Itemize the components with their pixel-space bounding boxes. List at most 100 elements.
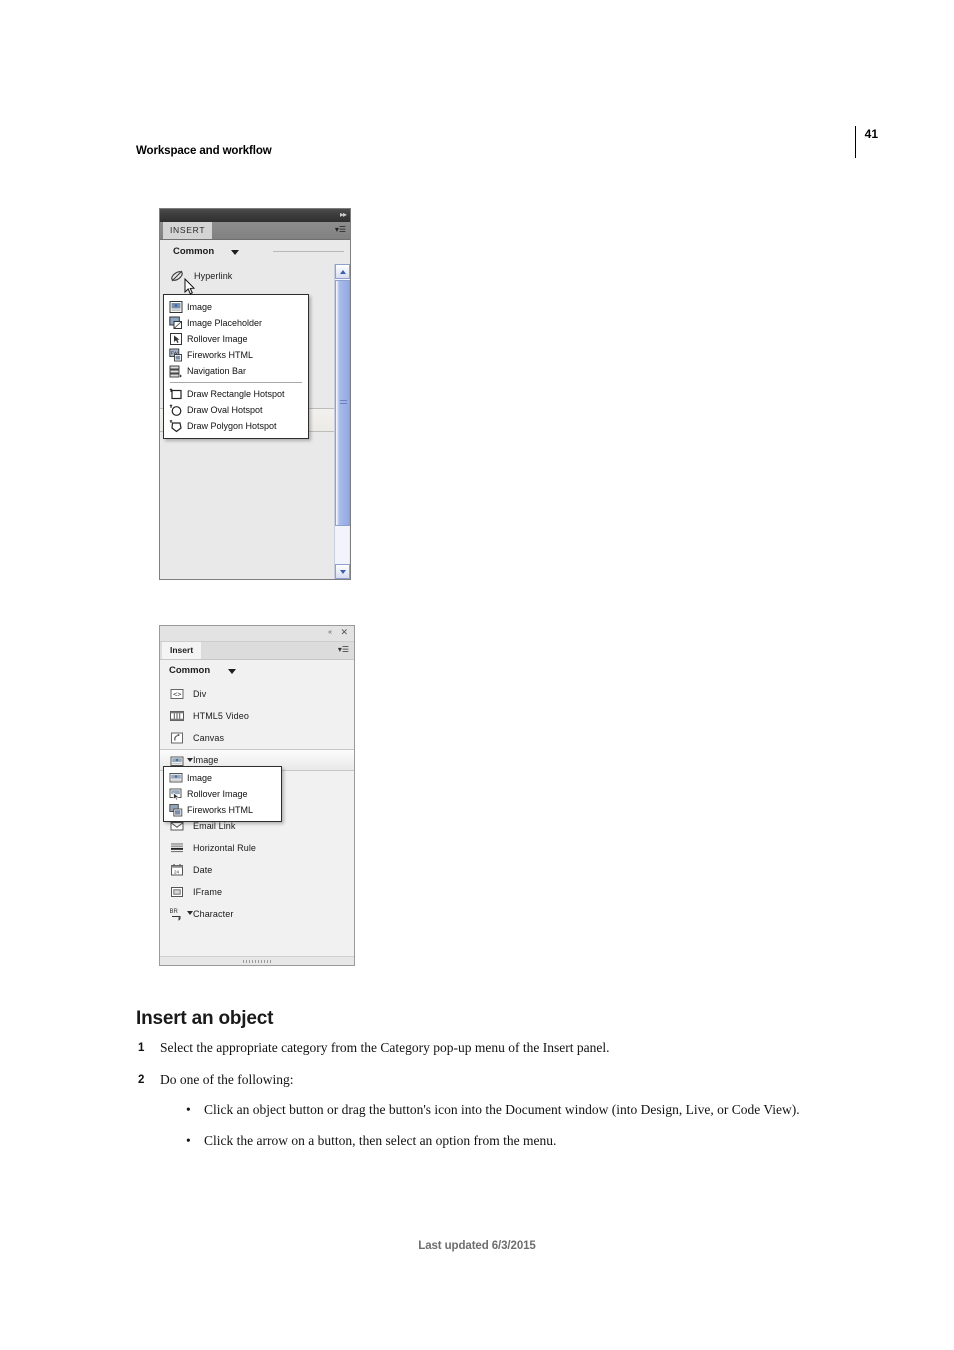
menu-item-draw-rectangle-hotspot[interactable]: Draw Rectangle Hotspot [164,386,308,402]
header-divider [855,126,856,158]
menu-item-image-placeholder[interactable]: Image Placeholder [164,315,308,331]
menu-item-rollover-image[interactable]: Rollover Image [164,331,308,347]
insert-panel-classic: ▸▸ INSERT ▾☰ Common Hyperlink Image Imag… [159,208,351,580]
html5-video-icon [169,708,185,724]
menu-item-label: Image [187,302,213,312]
close-icon[interactable]: ✕ [340,627,348,638]
menu-item-image[interactable]: Image [164,299,308,315]
menu-item-fireworks-html[interactable]: Fireworks HTML [164,802,281,818]
scrollbar-grip-icon [340,400,347,406]
date-icon: 24 [169,862,185,878]
insert-item-label: IFrame [193,887,223,897]
page-header: Workspace and workflow 41 [136,126,878,172]
bullet-2: • Click the arrow on a button, then sele… [184,1132,878,1150]
flyout-bottom-pad [164,818,281,821]
menu-item-label: Rollover Image [187,789,248,799]
svg-text:<>: <> [173,691,181,699]
image-icon [169,300,183,314]
insert-item-character[interactable]: BR Character [160,903,354,925]
insert-item-label: Canvas [193,733,225,743]
insert-item-label: Hyperlink [194,271,233,281]
hyperlink-icon [169,268,185,284]
insert-item-date[interactable]: 24 Date [160,859,354,881]
step-number: 1 [138,1042,145,1054]
insert-item-canvas[interactable]: Canvas [160,727,354,749]
menu-item-label: Draw Polygon Hotspot [187,421,277,431]
insert-item-html5-video[interactable]: HTML5 Video [160,705,354,727]
panel-two-tabrow: Insert ▾☰ [160,642,354,660]
fireworks-html-icon: FW [169,348,183,362]
caret-up-icon [339,269,346,274]
menu-item-fireworks-html[interactable]: FW Fireworks HTML [164,347,308,363]
chevron-down-icon[interactable] [228,669,236,674]
insert-item-div[interactable]: <> Div [160,683,354,705]
insert-item-label: Date [193,865,213,875]
panel-one-scrollbar[interactable] [334,264,350,579]
panel-menu-icon[interactable]: ▾☰ [338,645,349,655]
canvas-icon [169,730,185,746]
menu-item-draw-polygon-hotspot[interactable]: Draw Polygon Hotspot [164,418,308,434]
page-footer: Last updated 6/3/2015 [418,1240,536,1252]
scroll-down-button[interactable] [335,564,350,579]
page-number: 41 [864,127,878,141]
menu-item-rollover-image[interactable]: Rollover Image [164,786,281,802]
fireworks-html-icon [169,803,183,817]
navigation-bar-icon [169,364,183,378]
image-flyout-menu: Image Rollover Image Fireworks HTML [163,766,282,822]
iframe-icon [169,884,185,900]
procedure-steps: 1 Select the appropriate category from t… [136,1039,878,1164]
step-text: Select the appropriate category from the… [160,1040,610,1055]
menu-item-draw-oval-hotspot[interactable]: Draw Oval Hotspot [164,402,308,418]
panel-one-category-row[interactable]: Common [160,240,350,264]
insert-item-horizontal-rule[interactable]: Horizontal Rule [160,837,354,859]
caret-down-icon [339,569,346,574]
insert-item-label: Horizontal Rule [193,843,257,853]
step-2: 2 Do one of the following: • Click an ob… [136,1071,878,1150]
rollover-image-icon [169,787,183,801]
svg-text:BR: BR [170,909,179,915]
panel-one-item-list: Hyperlink Email Link [160,264,350,579]
svg-text:24: 24 [174,870,180,875]
bullet-text: Click the arrow on a button, then select… [204,1133,557,1148]
menu-item-label: Draw Oval Hotspot [187,405,263,415]
character-icon: BR [169,906,185,922]
bullet-1: • Click an object button or drag the but… [184,1101,878,1119]
menu-item-label: Fireworks HTML [187,805,254,815]
bullet-marker: • [186,1102,191,1117]
div-icon: <> [169,686,185,702]
images-flyout-menu: Image Image Placeholder Rollover Image F… [163,294,309,439]
panel-menu-icon[interactable]: ▾☰ [335,225,346,235]
section-heading: Insert an object [136,1008,274,1029]
collapse-icon[interactable]: « [328,628,332,638]
step-1: 1 Select the appropriate category from t… [136,1039,878,1057]
tab-insert[interactable]: INSERT [163,222,213,239]
scroll-up-button[interactable] [335,264,350,279]
menu-item-navigation-bar[interactable]: Navigation Bar [164,363,308,379]
scrollbar-thumb[interactable] [335,280,350,526]
insert-item-hyperlink[interactable]: Hyperlink [160,264,350,288]
insert-panel-modern: « ✕ Insert ▾☰ Common <> Div HTML5 Video … [159,625,355,966]
collapse-to-icons-icon[interactable]: ▸▸ [340,210,347,220]
panel-resize-grip[interactable] [160,956,354,965]
menu-item-label: Navigation Bar [187,366,247,376]
menu-separator [170,382,302,383]
step-2-bullets: • Click an object button or drag the but… [160,1101,878,1150]
panel-two-titlebar: « ✕ [160,626,354,642]
insert-item-iframe[interactable]: IFrame [160,881,354,903]
menu-item-label: Image [187,773,213,783]
insert-item-label: HTML5 Video [193,711,249,721]
category-label: Common [173,246,215,257]
menu-item-label: Image Placeholder [187,318,263,328]
menu-item-image[interactable]: Image [164,770,281,786]
image-icon [169,771,183,785]
insert-item-label: Div [193,689,207,699]
horizontal-rule-icon [169,840,185,856]
grip-dots-icon [243,960,271,963]
panel-two-category-row[interactable]: Common [160,660,354,683]
panel-two-item-list: <> Div HTML5 Video Canvas Image Email Li… [160,683,354,960]
bullet-marker: • [186,1133,191,1148]
panel-one-titlebar: ▸▸ [160,209,350,222]
tab-insert[interactable]: Insert [162,642,202,659]
chevron-down-icon[interactable] [231,250,239,255]
category-divider [273,251,344,252]
